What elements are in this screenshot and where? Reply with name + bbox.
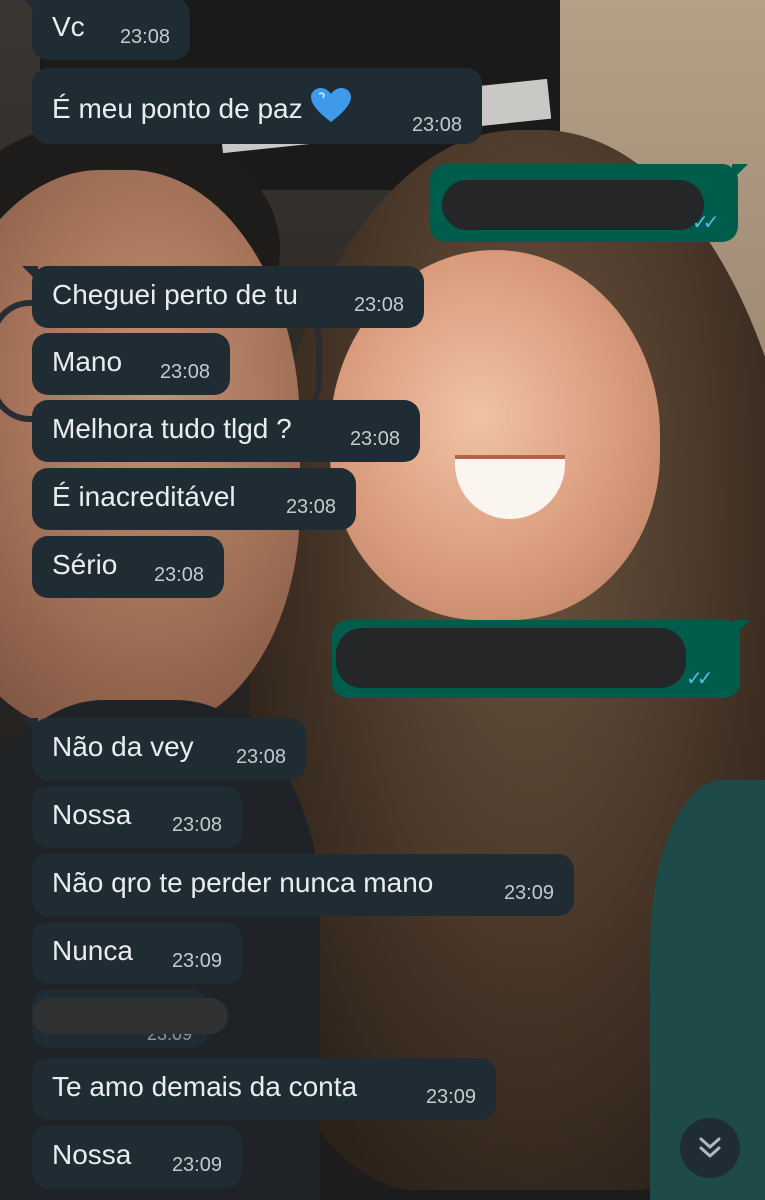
message-text: Nossa [52, 799, 132, 830]
incoming-message[interactable]: Mano 23:08 [32, 333, 230, 395]
message-time: 23:08 [353, 294, 404, 316]
message-time: 23:08 [159, 361, 210, 383]
message-time: 23:09 [425, 1086, 476, 1108]
incoming-message[interactable]: Cheguei perto de tu 23:08 [22, 266, 424, 328]
message-text: Não da vey [52, 731, 194, 762]
outgoing-message[interactable]: ✓✓ [430, 164, 748, 242]
incoming-message[interactable]: É inacreditável 23:08 [32, 468, 356, 530]
message-text: Te amo demais da conta [52, 1071, 358, 1102]
incoming-message[interactable]: Sério 23:08 [32, 536, 224, 598]
message-time: 23:08 [153, 564, 204, 586]
redacted-content [442, 180, 704, 230]
incoming-message[interactable]: Nossa 23:08 [32, 786, 242, 848]
blue-heart-icon [310, 88, 351, 122]
message-text: É inacreditável [52, 481, 236, 512]
incoming-message[interactable]: Melhora tudo tlgd ? 23:08 [32, 400, 420, 462]
message-text: Nossa [52, 1139, 132, 1170]
message-text: Cheguei perto de tu [52, 279, 298, 310]
incoming-message[interactable]: Nossa 23:09 [32, 1126, 242, 1188]
redacted-content [336, 628, 686, 688]
message-time: 23:08 [171, 814, 222, 836]
incoming-message[interactable]: Não da vey 23:08 [22, 718, 306, 780]
message-text: Melhora tudo tlgd ? [52, 413, 292, 444]
incoming-message[interactable]: Nunca 23:09 [32, 922, 242, 984]
message-time: 23:09 [171, 950, 222, 972]
double-chevron-down-icon [699, 1137, 721, 1158]
message-list: Vc 23:08 É meu ponto de paz 23:08 ✓✓ Che… [0, 0, 765, 1200]
message-time: 23:08 [285, 496, 336, 518]
read-receipt-icon: ✓✓ [686, 668, 713, 690]
message-text: Vc [52, 11, 85, 42]
incoming-message[interactable]: Te amo demais da conta 23:09 [32, 1058, 496, 1120]
incoming-message[interactable]: Vc 23:08 [22, 0, 190, 60]
message-text: É meu ponto de paz [52, 93, 303, 124]
outgoing-message[interactable]: ✓✓ [332, 620, 750, 698]
message-time: 23:08 [411, 114, 462, 136]
redacted-content [32, 998, 228, 1034]
message-time: 23:08 [119, 26, 170, 48]
message-time: 23:08 [235, 746, 286, 768]
message-text: Não qro te perder nunca mano [52, 867, 434, 898]
incoming-message-redacted[interactable]: 23:09 [32, 990, 228, 1048]
message-text-wrap: É meu ponto de paz [52, 88, 351, 124]
scroll-to-bottom-button[interactable] [680, 1118, 740, 1178]
message-time: 23:09 [503, 882, 554, 904]
message-text: Mano [52, 346, 123, 377]
incoming-message[interactable]: É meu ponto de paz 23:08 [32, 68, 482, 144]
incoming-message[interactable]: Não qro te perder nunca mano 23:09 [32, 854, 574, 916]
read-receipt-icon: ✓✓ [692, 212, 719, 234]
message-text: Nunca [52, 935, 133, 966]
message-time: 23:08 [349, 428, 400, 450]
message-time: 23:09 [171, 1154, 222, 1176]
message-text: Sério [52, 549, 118, 580]
